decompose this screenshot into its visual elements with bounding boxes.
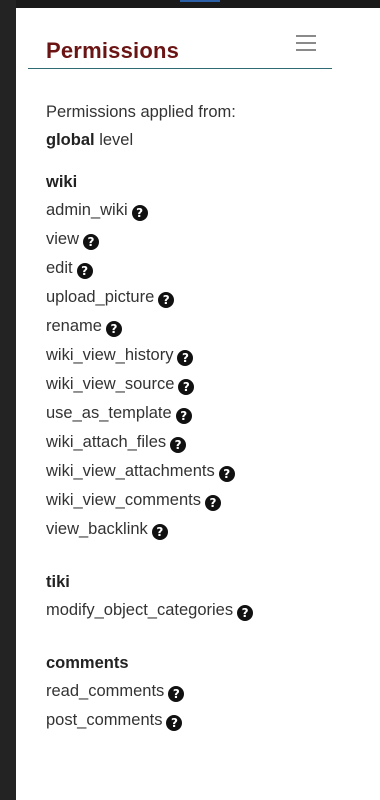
question-circle-icon[interactable]: ? <box>237 605 254 621</box>
question-circle-icon[interactable]: ? <box>166 715 183 731</box>
question-circle-icon[interactable]: ? <box>204 495 221 511</box>
permission-label: view <box>46 230 80 248</box>
permission-group-comments: comments read_comments? post_comments? <box>46 649 346 735</box>
panel-title: Permissions <box>46 38 180 63</box>
hamburger-icon[interactable] <box>294 32 318 56</box>
group-title: comments <box>46 654 129 672</box>
permission-label: use_as_template <box>46 404 172 422</box>
group-title: wiki <box>46 173 78 191</box>
applied-level: global level <box>46 126 346 154</box>
permission-label: view_backlink <box>46 520 148 538</box>
permission-item: rename? <box>46 312 346 341</box>
permission-item: read_comments? <box>46 677 346 706</box>
question-circle-icon[interactable]: ? <box>76 263 93 279</box>
question-circle-icon[interactable]: ? <box>131 205 148 221</box>
question-circle-icon[interactable]: ? <box>170 437 187 453</box>
hamburger-bar <box>296 35 316 37</box>
permission-groups: wiki admin_wiki? view? edit? upload_picture?… <box>46 168 346 735</box>
left-gutter <box>0 0 16 800</box>
top-strip <box>0 0 380 8</box>
permission-label: upload_picture <box>46 288 155 306</box>
question-circle-icon[interactable]: ? <box>151 524 168 540</box>
permissions-content: Permissions applied from: global level w… <box>46 98 346 735</box>
permission-group-wiki: wiki admin_wiki? view? edit? upload_picture?… <box>46 168 346 544</box>
permission-item: wiki_attach_files? <box>46 428 346 457</box>
permission-item: use_as_template? <box>46 399 346 428</box>
question-circle-icon[interactable]: ? <box>178 379 195 395</box>
question-circle-icon[interactable]: ? <box>177 350 194 366</box>
question-circle-icon[interactable]: ? <box>218 466 235 482</box>
permission-item: wiki_view_source? <box>46 370 346 399</box>
question-circle-icon[interactable]: ? <box>105 321 122 337</box>
permission-label: post_comments <box>46 711 163 729</box>
hamburger-bar <box>296 49 316 51</box>
permission-label: wiki_attach_files <box>46 433 167 451</box>
hamburger-bar <box>296 42 316 44</box>
top-accent-line <box>180 0 220 2</box>
permission-item: upload_picture? <box>46 283 346 312</box>
question-circle-icon[interactable]: ? <box>175 408 192 424</box>
permission-label: wiki_view_history <box>46 346 174 364</box>
permission-item: view? <box>46 225 346 254</box>
question-circle-icon[interactable]: ? <box>168 686 185 702</box>
permission-label: rename <box>46 317 102 335</box>
panel-header: Permissions <box>28 28 332 69</box>
permission-item: post_comments? <box>46 706 346 735</box>
applied-from-label: Permissions applied from: <box>46 103 236 121</box>
group-title: tiki <box>46 573 70 591</box>
permission-label: modify_object_categories <box>46 601 234 619</box>
permission-label: wiki_view_comments <box>46 491 201 509</box>
permission-label: read_comments <box>46 682 165 700</box>
question-circle-icon[interactable]: ? <box>158 292 175 308</box>
permission-item: wiki_view_attachments? <box>46 457 346 486</box>
permission-group-tiki: tiki modify_object_categories? <box>46 568 346 625</box>
permission-item: modify_object_categories? <box>46 596 346 625</box>
permission-label: wiki_view_attachments <box>46 462 215 480</box>
question-circle-icon[interactable]: ? <box>83 234 100 250</box>
permission-label: admin_wiki <box>46 201 128 219</box>
permission-item: view_backlink? <box>46 515 346 544</box>
applied-level-suffix: level <box>99 131 134 149</box>
applied-level-value: global <box>46 131 95 149</box>
permission-item: wiki_view_comments? <box>46 486 346 515</box>
permission-label: wiki_view_source <box>46 375 175 393</box>
permission-item: wiki_view_history? <box>46 341 346 370</box>
permission-label: edit <box>46 259 73 277</box>
permission-item: edit? <box>46 254 346 283</box>
permission-item: admin_wiki? <box>46 196 346 225</box>
